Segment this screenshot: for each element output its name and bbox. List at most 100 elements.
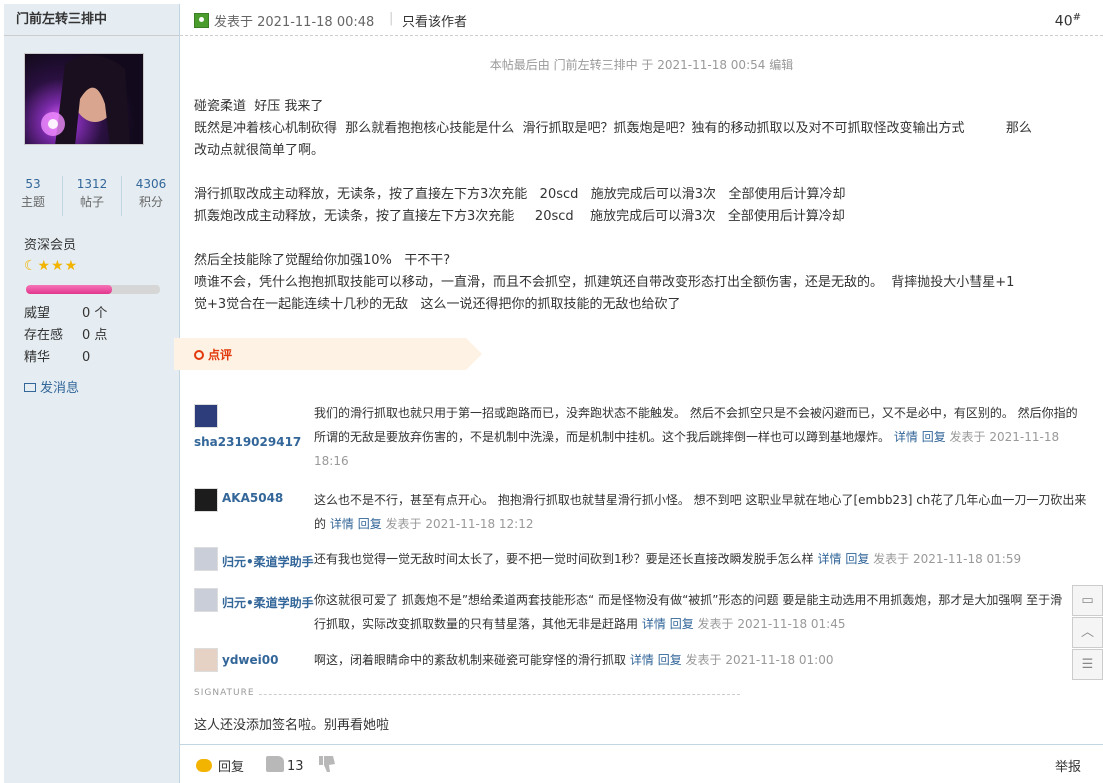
comments-section-tag: 点评 bbox=[174, 338, 482, 370]
author-avatar[interactable] bbox=[24, 53, 144, 145]
comment-reply-link[interactable]: 回复 bbox=[358, 517, 382, 531]
reply-bubble-icon bbox=[196, 759, 212, 772]
back-to-top-icon[interactable]: ︿ bbox=[1072, 617, 1103, 648]
attr-prestige-label: 威望 bbox=[24, 306, 51, 321]
user-level[interactable]: 资深会员 bbox=[24, 234, 76, 253]
level-stars-icon: ☾★★★ bbox=[24, 258, 79, 274]
dislike-button[interactable] bbox=[318, 755, 336, 777]
comment-avatar[interactable] bbox=[194, 404, 218, 428]
stat-posts[interactable]: 1312 帖子 bbox=[63, 176, 122, 216]
comment-avatar[interactable] bbox=[194, 547, 218, 571]
comment-text: 还有我也觉得一觉无敌时间太长了，要不把一觉时间砍到1秒？要是还长直接改瞬发脱手怎… bbox=[314, 547, 1021, 571]
comment-text-line: 还有我也觉得一觉无敌时间太长了，要不把一觉时间砍到1秒？要是还长直接改瞬发脱手怎… bbox=[314, 552, 814, 566]
comment-avatar[interactable] bbox=[194, 488, 218, 512]
comment-detail-link[interactable]: 详情 bbox=[630, 653, 654, 667]
signature-text: 这人还没添加签名啦。别再看她啦 bbox=[194, 718, 390, 733]
stat-threads-value: 53 bbox=[25, 177, 41, 191]
stat-points-value: 4306 bbox=[135, 177, 167, 191]
comment-text-line: 我们的滑行抓取也就只用于第一招或跑路而已，没奔跑状态不能触发。 然后不会抓空只是… bbox=[314, 406, 1078, 420]
comment-user[interactable]: sha2319029417 bbox=[194, 435, 301, 449]
post-content: 碰瓷柔道 好压 我来了 既然是冲着核心机制砍得 那么就看抱抱核心技能是什么 滑行… bbox=[194, 96, 1092, 316]
comment-text: 这么也不是不行，甚至有点开心。 抱抱滑行抓取也就彗星滑行抓小怪。 想不到吧 这职… bbox=[314, 488, 1086, 536]
comment-time: 发表于 2021-11-18 12:12 bbox=[385, 517, 534, 531]
author-sidebar: 门前左转三排中 53 主题 1312 帖子 4306 积分 资深会员 ☾★★★ … bbox=[4, 4, 180, 783]
attr-presence-value: 0 点 bbox=[82, 328, 108, 343]
comment-time: 发表于 2021-11-18 bbox=[949, 430, 1060, 444]
comment-text-line: 这么也不是不行，甚至有点开心。 抱抱滑行抓取也就彗星滑行抓小怪。 想不到吧 这职… bbox=[314, 493, 1087, 507]
stat-posts-label: 帖子 bbox=[79, 195, 104, 209]
comment-time: 发表于 2021-11-18 01:59 bbox=[873, 552, 1022, 566]
comment-text: 我们的滑行抓取也就只用于第一招或跑路而已，没奔跑状态不能触发。 然后不会抓空只是… bbox=[314, 401, 1078, 473]
attr-presence: 存在感 0 点 bbox=[24, 324, 107, 343]
attr-presence-label: 存在感 bbox=[24, 328, 64, 343]
comment-avatar[interactable] bbox=[194, 648, 218, 672]
content-line: 滑行抓取改成主动释放，无读条，按了直接左下方3次充能 20scd 施放完成后可以… bbox=[194, 187, 846, 202]
post-time: 发表于 2021-11-18 00:48 bbox=[214, 15, 375, 30]
comment-time: 发表于 2021-11-18 01:45 bbox=[697, 617, 846, 631]
envelope-icon bbox=[24, 383, 36, 392]
stat-points[interactable]: 4306 积分 bbox=[122, 176, 180, 216]
floating-tools: ▭ ︿ ☰ bbox=[1072, 585, 1103, 681]
post-body: 发表于 2021-11-18 00:48 | 只看该作者 40# 本帖最后由 门… bbox=[174, 4, 1103, 783]
signature-divider bbox=[194, 694, 740, 695]
report-link[interactable]: 举报 bbox=[1055, 756, 1081, 775]
comment-text: 啊这，闭着眼睛命中的紊敌机制来碰瓷可能穿怪的滑行抓取 详情 回复 发表于 202… bbox=[314, 648, 833, 672]
stat-threads[interactable]: 53 主题 bbox=[4, 176, 63, 216]
comment-text: 你这就很可爱了 抓轰炮不是”想给柔道两套技能形态“ 而是怪物没有做“被抓”形态的… bbox=[314, 588, 1062, 636]
comment-detail-link[interactable]: 详情 bbox=[330, 517, 354, 531]
like-count: 13 bbox=[287, 759, 304, 774]
send-message-link[interactable]: 发消息 bbox=[24, 377, 79, 396]
content-line: 觉+3觉合在一起能连续十几秒的无敌 这么一说还得把你的抓取技能的无敌也给砍了 bbox=[194, 297, 681, 312]
content-line: 喷谁不会，凭什么抱抱抓取技能可以移动，一直滑，而且不会抓空，抓建筑还自带改变形态… bbox=[194, 275, 1015, 290]
list-menu-icon[interactable]: ☰ bbox=[1072, 649, 1103, 680]
comment-text-line: 所谓的无敌是要放弃伤害的，不是机制中洗澡，而是机制中挂机。这个我后跳摔倒一样也可… bbox=[314, 430, 891, 444]
floor-number-value: 40 bbox=[1054, 13, 1073, 30]
comment-reply-link[interactable]: 回复 bbox=[658, 653, 682, 667]
comment-time-cont: 18:16 bbox=[314, 454, 349, 468]
attr-prestige-value: 0 个 bbox=[82, 306, 108, 321]
thumbs-up-icon bbox=[266, 756, 284, 772]
comment-detail-link[interactable]: 详情 bbox=[817, 552, 841, 566]
stat-threads-label: 主题 bbox=[20, 195, 45, 209]
comment-reply-link[interactable]: 回复 bbox=[845, 552, 869, 566]
comment-text-line: 你这就很可爱了 抓轰炮不是”想给柔道两套技能形态“ 而是怪物没有做“被抓”形态的… bbox=[314, 593, 1063, 607]
author-name[interactable]: 门前左转三排中 bbox=[4, 4, 179, 36]
comments-section-label: 点评 bbox=[194, 346, 232, 363]
comment-text-line: 的 bbox=[314, 517, 327, 531]
thumbs-down-icon bbox=[319, 756, 335, 772]
post-header: 发表于 2021-11-18 00:48 | 只看该作者 40# bbox=[180, 4, 1103, 36]
content-line: 碰瓷柔道 好压 我来了 bbox=[194, 99, 324, 114]
content-line: 改动点就很简单了啊。 bbox=[194, 143, 325, 158]
signature-label: SIGNATURE bbox=[194, 688, 259, 698]
comment-user[interactable]: ydwei00 bbox=[222, 653, 278, 667]
only-author-link[interactable]: 只看该作者 bbox=[402, 11, 467, 30]
stat-posts-value: 1312 bbox=[76, 177, 108, 191]
avatar-art-icon bbox=[41, 55, 130, 144]
like-button[interactable]: 13 bbox=[266, 754, 304, 774]
comment-reply-link[interactable]: 回复 bbox=[922, 430, 946, 444]
comment-ring-icon bbox=[194, 350, 204, 360]
comment-avatar[interactable] bbox=[194, 588, 218, 612]
level-progress-fill bbox=[26, 285, 112, 294]
quick-reply-icon[interactable]: ▭ bbox=[1072, 585, 1103, 616]
post-footer: 回复 13 举报 bbox=[180, 744, 1103, 783]
stat-points-label: 积分 bbox=[138, 195, 163, 209]
attr-prestige: 威望 0 个 bbox=[24, 302, 107, 321]
comment-text-line: 啊这，闭着眼睛命中的紊敌机制来碰瓷可能穿怪的滑行抓取 bbox=[314, 653, 627, 667]
comment-user[interactable]: 归元•柔道学助手 bbox=[222, 594, 314, 611]
send-message-label: 发消息 bbox=[40, 381, 80, 396]
comment-reply-link[interactable]: 回复 bbox=[670, 617, 694, 631]
comment-detail-link[interactable]: 详情 bbox=[894, 430, 918, 444]
comment-user[interactable]: AKA5048 bbox=[222, 491, 283, 505]
level-progress-bar bbox=[26, 285, 160, 294]
content-line: 既然是冲着核心机制砍得 那么就看抱抱核心技能是什么 滑行抓取是吧？抓轰炮是吧？独… bbox=[194, 121, 1032, 136]
floor-mark: # bbox=[1072, 12, 1081, 23]
comment-text-line: 行抓取，实际改变抓取数量的只有彗星落，其他无非是赶路用 bbox=[314, 617, 639, 631]
header-separator: | bbox=[389, 11, 394, 26]
comment-detail-link[interactable]: 详情 bbox=[642, 617, 666, 631]
attr-digest-value: 0 bbox=[82, 350, 91, 365]
comment-user[interactable]: 归元•柔道学助手 bbox=[222, 553, 314, 570]
reply-button[interactable]: 回复 bbox=[196, 756, 244, 775]
author-stats: 53 主题 1312 帖子 4306 积分 bbox=[4, 176, 180, 216]
floor-number[interactable]: 40# bbox=[1055, 12, 1081, 30]
